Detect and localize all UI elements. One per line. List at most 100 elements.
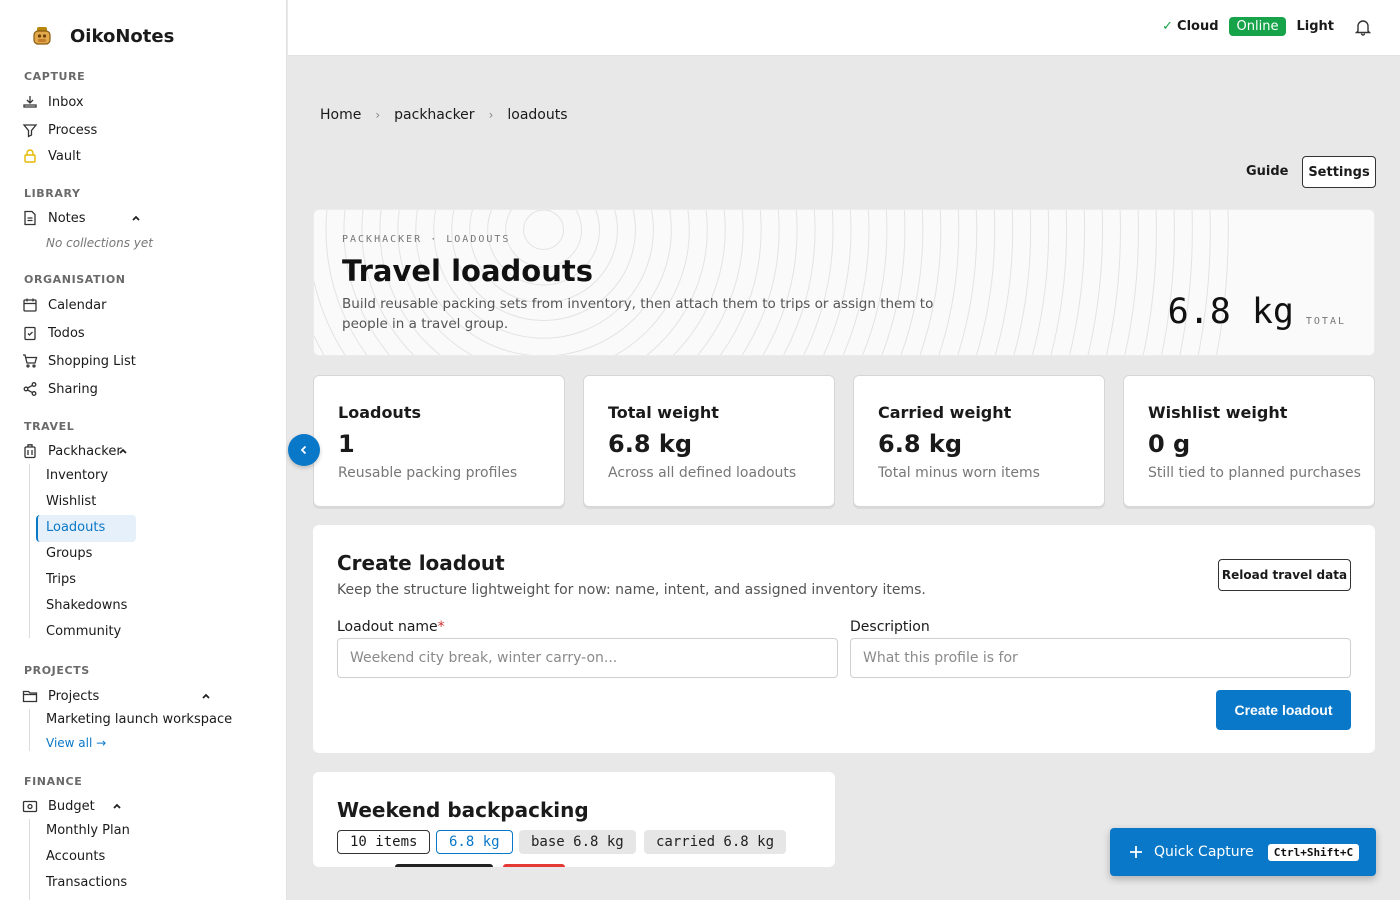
hero-total-label: TOTAL xyxy=(1305,316,1346,327)
stat-subtitle: Across all defined loadouts xyxy=(608,465,797,481)
sidebar-item-accounts[interactable]: Accounts xyxy=(46,849,105,864)
sidebar-item-budget[interactable]: Budget xyxy=(22,795,95,817)
filter-icon xyxy=(22,124,38,138)
view-all-projects-link[interactable]: View all → xyxy=(46,736,106,750)
sidebar-item-label: Packhacker xyxy=(48,443,122,459)
sidebar-item-packhacker[interactable]: Packhacker xyxy=(22,440,122,462)
stat-subtitle: Total minus worn items xyxy=(878,465,1040,481)
theme-toggle[interactable]: Light xyxy=(1296,19,1334,34)
stat-value: 6.8 kg xyxy=(608,430,693,458)
section-organisation: ORGANISATION xyxy=(24,273,126,286)
breadcrumb-home[interactable]: Home xyxy=(320,107,361,123)
section-capture: CAPTURE xyxy=(24,70,86,83)
plus-icon xyxy=(1130,846,1142,858)
collapse-sidebar-button[interactable] xyxy=(288,434,320,466)
description-label: Description xyxy=(850,619,930,635)
sidebar-item-marketing-launch-workspace[interactable]: Marketing launch workspace xyxy=(46,712,232,727)
sidebar-item-inventory[interactable]: Inventory xyxy=(46,468,108,483)
sidebar-item-vault[interactable]: Vault xyxy=(22,145,81,167)
sidebar-item-label: Process xyxy=(48,122,98,138)
sidebar-item-wishlist[interactable]: Wishlist xyxy=(46,494,96,509)
cloud-label: Cloud xyxy=(1177,19,1219,34)
inbox-icon xyxy=(23,96,37,108)
sidebar-item-monthly-plan[interactable]: Monthly Plan xyxy=(46,823,130,838)
topbar-status: ✓ Cloud Online Light xyxy=(1162,17,1372,36)
chevron-up-icon[interactable] xyxy=(117,445,129,457)
loadout-title: Weekend backpacking xyxy=(337,798,589,822)
status-badge: Online xyxy=(1228,17,1287,36)
app-name: OikoNotes xyxy=(70,25,175,47)
create-loadout-panel: Create loadout Keep the structure lightw… xyxy=(313,525,1375,753)
sidebar: OikoNotes CAPTURE Inbox Process Vault LI… xyxy=(0,0,287,900)
guide-button[interactable]: Guide xyxy=(1238,162,1297,181)
sidebar-item-label: Notes xyxy=(48,210,86,226)
settings-button[interactable]: Settings xyxy=(1302,156,1376,188)
sidebar-item-community[interactable]: Community xyxy=(46,624,121,639)
stat-label: Total weight xyxy=(608,403,719,422)
tree-line xyxy=(29,464,30,638)
notes-empty-text: No collections yet xyxy=(46,236,153,250)
sidebar-item-loadouts[interactable]: Loadouts xyxy=(46,520,105,535)
chevron-left-icon xyxy=(300,445,307,455)
sidebar-item-groups[interactable]: Groups xyxy=(46,546,92,561)
weight-chip: 6.8 kg xyxy=(436,830,513,854)
loadout-name-input[interactable] xyxy=(337,638,838,678)
chevron-up-icon[interactable] xyxy=(111,800,123,812)
tag-chip xyxy=(395,864,493,867)
stat-label: Loadouts xyxy=(338,403,421,422)
sidebar-item-trips[interactable]: Trips xyxy=(46,572,76,587)
stat-card-total-weight: Total weight 6.8 kg Across all defined l… xyxy=(583,375,835,507)
sidebar-item-shakedowns[interactable]: Shakedowns xyxy=(46,598,127,613)
clipboard-check-icon xyxy=(24,326,36,341)
sidebar-item-shopping-list[interactable]: Shopping List xyxy=(22,350,136,372)
sidebar-item-label: Projects xyxy=(48,688,100,704)
stat-subtitle: Still tied to planned purchases xyxy=(1148,465,1361,481)
hero-description: Build reusable packing sets from invento… xyxy=(342,296,934,332)
sidebar-item-inbox[interactable]: Inbox xyxy=(22,91,84,113)
sidebar-item-process[interactable]: Process xyxy=(22,119,97,141)
document-icon xyxy=(24,210,36,226)
page-title: Travel loadouts xyxy=(342,254,593,288)
bell-icon[interactable] xyxy=(1354,18,1372,36)
create-loadout-button[interactable]: Create loadout xyxy=(1216,690,1351,730)
luggage-icon xyxy=(24,444,36,459)
sidebar-item-todos[interactable]: Todos xyxy=(22,322,85,344)
share-icon xyxy=(23,382,37,396)
sidebar-item-transactions[interactable]: Transactions xyxy=(46,875,127,890)
stat-card-carried-weight: Carried weight 6.8 kg Total minus worn i… xyxy=(853,375,1105,507)
sidebar-item-calendar[interactable]: Calendar xyxy=(22,294,106,316)
carried-weight-chip: carried 6.8 kg xyxy=(644,830,787,854)
keyboard-shortcut: Ctrl+Shift+C xyxy=(1267,843,1360,861)
calendar-icon xyxy=(23,298,37,312)
reload-travel-data-button[interactable]: Reload travel data xyxy=(1218,559,1351,591)
loadout-card[interactable]: Weekend backpacking 10 items 6.8 kg base… xyxy=(313,772,835,867)
panel-description: Keep the structure lightweight for now: … xyxy=(337,582,926,598)
section-travel: TRAVEL xyxy=(24,420,75,433)
wallet-icon xyxy=(22,800,38,813)
stat-label: Wishlist weight xyxy=(1148,403,1288,422)
stat-card-loadouts: Loadouts 1 Reusable packing profiles xyxy=(313,375,565,507)
quick-capture-label: Quick Capture xyxy=(1154,844,1254,860)
sidebar-item-label: Shopping List xyxy=(48,353,136,369)
section-library: LIBRARY xyxy=(24,187,81,200)
topbar: ✓ Cloud Online Light xyxy=(288,0,1400,56)
loadout-name-label: Loadout name* xyxy=(337,619,445,635)
breadcrumb: Home › packhacker › loadouts xyxy=(320,107,568,123)
tree-line xyxy=(29,819,30,900)
panel-title: Create loadout xyxy=(337,551,505,575)
chevron-up-icon[interactable] xyxy=(130,212,142,224)
sidebar-item-projects[interactable]: Projects xyxy=(22,685,99,707)
sidebar-item-notes[interactable]: Notes xyxy=(22,207,86,229)
sidebar-item-sharing[interactable]: Sharing xyxy=(22,378,98,400)
stat-value: 1 xyxy=(338,430,355,458)
check-icon: ✓ xyxy=(1162,19,1174,34)
breadcrumb-loadouts: loadouts xyxy=(507,107,568,123)
brand[interactable]: OikoNotes xyxy=(30,24,174,48)
sidebar-item-label: Todos xyxy=(48,325,85,341)
tree-line xyxy=(29,709,30,751)
breadcrumb-packhacker[interactable]: packhacker xyxy=(394,107,474,123)
cart-icon xyxy=(23,354,38,368)
chevron-up-icon[interactable] xyxy=(200,690,212,702)
quick-capture-button[interactable]: Quick Capture Ctrl+Shift+C xyxy=(1110,828,1376,876)
description-input[interactable] xyxy=(850,638,1351,678)
